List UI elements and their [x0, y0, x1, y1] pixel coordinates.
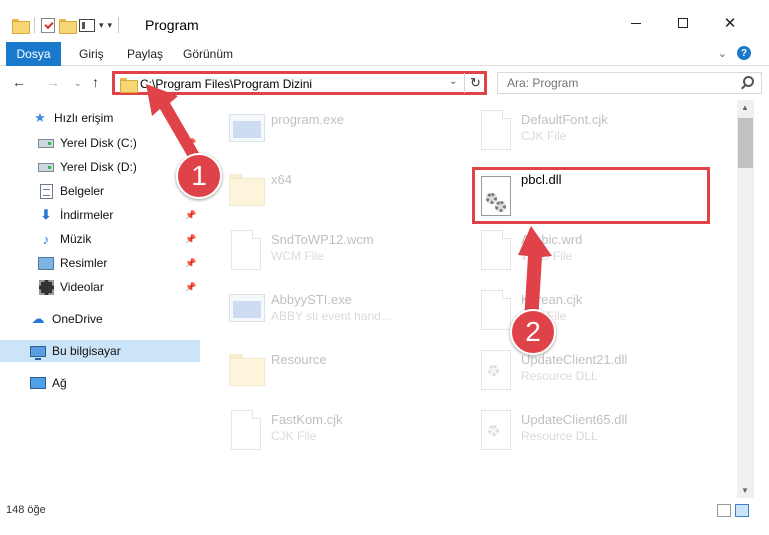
arrow-2	[518, 226, 552, 322]
explorer-window: ▾ ▾ Program ✕ Dosya Giriş Paylaş Görünüm…	[0, 0, 769, 535]
step-badge-1: 1	[176, 153, 222, 199]
annotation-arrows	[146, 84, 552, 322]
step-badge-2: 2	[510, 309, 556, 355]
